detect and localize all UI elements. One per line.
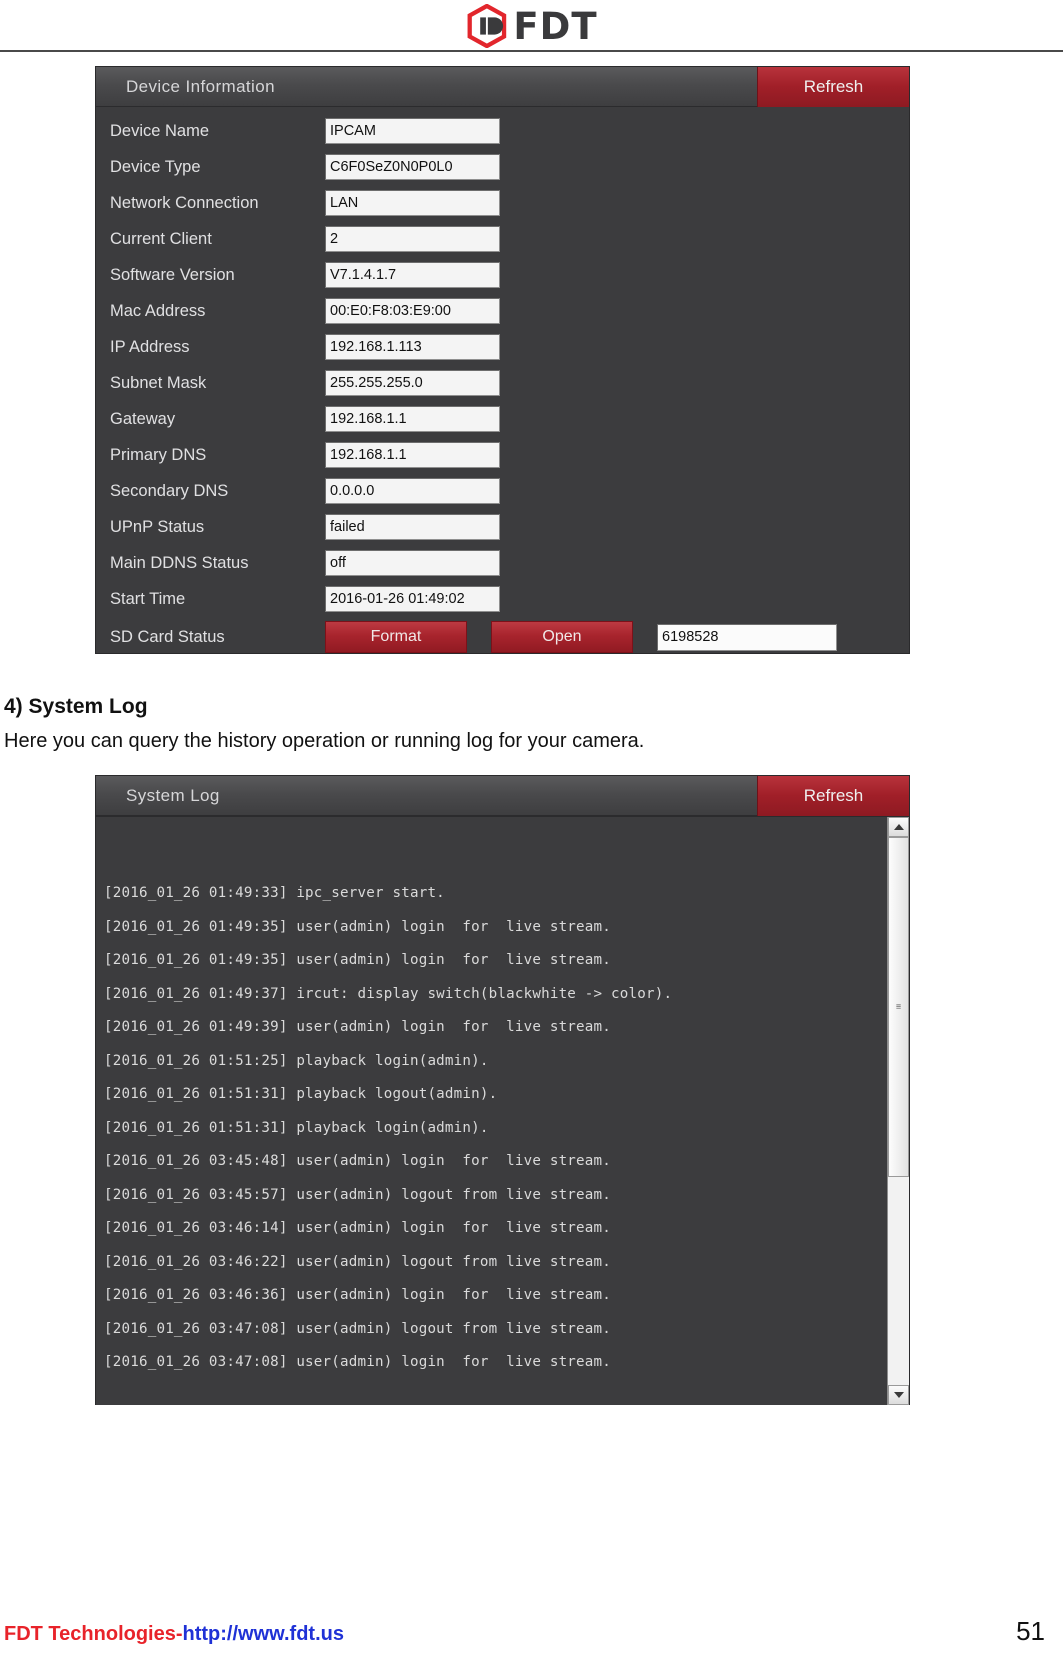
scroll-up-button[interactable] — [888, 817, 909, 837]
device-info-value-field[interactable]: 192.168.1.113 — [325, 334, 500, 360]
device-info-row: Subnet Mask 255.255.255.0 — [96, 365, 909, 401]
device-info-value-field[interactable]: 00:E0:F8:03:E9:00 — [325, 298, 500, 324]
footer-company: FDT Technologies- — [4, 1623, 183, 1645]
device-info-value-field[interactable]: V7.1.4.1.7 — [325, 262, 500, 288]
scroll-down-button[interactable] — [888, 1385, 909, 1405]
device-info-row: Primary DNS 192.168.1.1 — [96, 437, 909, 473]
device-information-panel: Device Information Refresh Device Name IP… — [95, 66, 910, 654]
device-info-row: Device Name IPCAM — [96, 113, 909, 149]
log-line-list: [2016_01_26 01:49:33] ipc_server start. [… — [96, 817, 887, 1405]
brand-logo: FDT — [465, 4, 597, 48]
fdt-hexagon-logo-icon — [467, 4, 506, 48]
device-info-label: Device Name — [110, 121, 210, 140]
sd-card-status-row: SD Card Status Format Open 6198528 — [96, 617, 909, 657]
device-info-label: Subnet Mask — [110, 373, 207, 392]
log-line: [2016_01_26 03:46:22] user(admin) logout… — [104, 1253, 612, 1270]
device-info-row: Mac Address 00:E0:F8:03:E9:00 — [96, 293, 909, 329]
log-line: [2016_01_26 03:46:14] user(admin) login … — [104, 1220, 612, 1236]
device-info-label: Secondary DNS — [110, 481, 229, 500]
log-line: [2016_01_26 01:49:35] user(admin) login … — [104, 952, 612, 968]
device-info-value-field[interactable]: 192.168.1.1 — [325, 406, 500, 432]
device-info-row: Gateway 192.168.1.1 — [96, 401, 909, 437]
device-panel-title: Device Information — [126, 76, 275, 96]
page-header: FDT — [0, 0, 1063, 52]
log-line: [2016_01_26 01:49:33] ipc_server start. — [104, 885, 445, 901]
system-log-panel: System Log Refresh [2016_01_26 01:49:33]… — [95, 775, 910, 1405]
format-button[interactable]: Format — [325, 621, 467, 653]
device-info-row: Device Type C6F0SeZ0N0P0L0 — [96, 149, 909, 185]
device-information-form: Device Name IPCAM Device Type C6F0SeZ0N0P0L… — [96, 107, 909, 657]
device-info-label: UPnP Status — [110, 517, 205, 536]
device-refresh-button[interactable]: Refresh — [757, 66, 909, 107]
footer-url[interactable]: http://www.fdt.us — [183, 1623, 344, 1645]
grip-icon: ≡ — [895, 1001, 902, 1012]
device-info-label: Gateway — [110, 409, 176, 428]
sd-card-status-label: SD Card Status — [110, 627, 225, 646]
section-heading: 4) System Log — [4, 695, 148, 718]
open-button[interactable]: Open — [491, 621, 633, 653]
device-info-row: Current Client 2 — [96, 221, 909, 257]
log-panel-title: System Log — [126, 785, 220, 805]
log-refresh-button[interactable]: Refresh — [757, 775, 909, 816]
triangle-up-icon — [893, 824, 904, 830]
page-footer: FDT Technologies-http://www.fdt.us 51 — [4, 1616, 1059, 1647]
log-line: [2016_01_26 01:49:35] user(admin) login … — [104, 918, 612, 935]
triangle-down-icon — [893, 1392, 904, 1398]
device-info-row: Network Connection LAN — [96, 185, 909, 221]
device-info-row: UPnP Status failed — [96, 509, 909, 545]
device-info-label: Current Client — [110, 229, 212, 248]
log-panel-header: System Log Refresh — [96, 775, 909, 816]
footer-text: FDT Technologies-http://www.fdt.us — [4, 1623, 344, 1646]
device-info-value-field[interactable]: 2016-01-26 01:49:02 — [325, 586, 500, 612]
device-info-label: Main DDNS Status — [110, 553, 249, 572]
device-info-label: Network Connection — [110, 193, 259, 212]
sd-card-size-field[interactable]: 6198528 — [657, 623, 837, 651]
log-line: [2016_01_26 03:47:08] user(admin) logout… — [104, 1320, 612, 1337]
log-output-area: [2016_01_26 01:49:33] ipc_server start. [… — [96, 816, 909, 1405]
device-info-value-field[interactable]: 0.0.0.0 — [325, 478, 500, 504]
log-line: [2016_01_26 01:49:39] user(admin) login … — [104, 1019, 612, 1035]
scrollbar-track[interactable]: ≡ — [888, 837, 909, 1385]
device-info-row: Main DDNS Status off — [96, 545, 909, 581]
log-line: [2016_01_26 01:51:31] playback login(adm… — [104, 1119, 489, 1136]
brand-wordmark: FDT — [513, 4, 598, 48]
device-info-label: Primary DNS — [110, 445, 207, 464]
device-info-value-field[interactable]: failed — [325, 514, 500, 540]
log-scrollbar[interactable]: ≡ — [887, 817, 909, 1405]
device-info-value-field[interactable]: LAN — [325, 190, 500, 216]
device-info-value-field[interactable]: IPCAM — [325, 118, 500, 144]
device-info-value-field[interactable]: 192.168.1.1 — [325, 442, 500, 468]
page-number: 51 — [1016, 1616, 1045, 1646]
device-info-label: IP Address — [110, 337, 190, 356]
device-info-row: Software Version V7.1.4.1.7 — [96, 257, 909, 293]
device-info-label: Software Version — [110, 265, 235, 284]
log-line: [2016_01_26 01:51:31] playback logout(ad… — [104, 1086, 498, 1102]
device-info-label: Start Time — [110, 589, 186, 608]
scrollbar-thumb[interactable]: ≡ — [888, 837, 909, 1177]
device-info-label: Device Type — [110, 157, 201, 176]
section-description: Here you can query the history operation… — [4, 730, 645, 752]
log-line: [2016_01_26 03:47:08] user(admin) login … — [104, 1354, 612, 1370]
log-line: [2016_01_26 03:46:36] user(admin) login … — [104, 1287, 612, 1303]
device-info-row: Start Time 2016-01-26 01:49:02 — [96, 581, 909, 617]
log-line: [2016_01_26 01:49:37] ircut: display swi… — [104, 985, 673, 1002]
device-info-value-field[interactable]: C6F0SeZ0N0P0L0 — [325, 154, 500, 180]
device-info-value-field[interactable]: off — [325, 550, 500, 576]
device-info-row: IP Address 192.168.1.113 — [96, 329, 909, 365]
device-info-value-field[interactable]: 2 — [325, 226, 500, 252]
device-panel-header: Device Information Refresh — [96, 66, 909, 107]
device-info-value-field[interactable]: 255.255.255.0 — [325, 370, 500, 396]
device-info-row: Secondary DNS 0.0.0.0 — [96, 473, 909, 509]
device-info-label: Mac Address — [110, 301, 206, 320]
log-line: [2016_01_26 03:45:48] user(admin) login … — [104, 1153, 612, 1169]
log-line: [2016_01_26 01:51:25] playback login(adm… — [104, 1052, 489, 1069]
log-line: [2016_01_26 03:45:57] user(admin) logout… — [104, 1186, 612, 1203]
